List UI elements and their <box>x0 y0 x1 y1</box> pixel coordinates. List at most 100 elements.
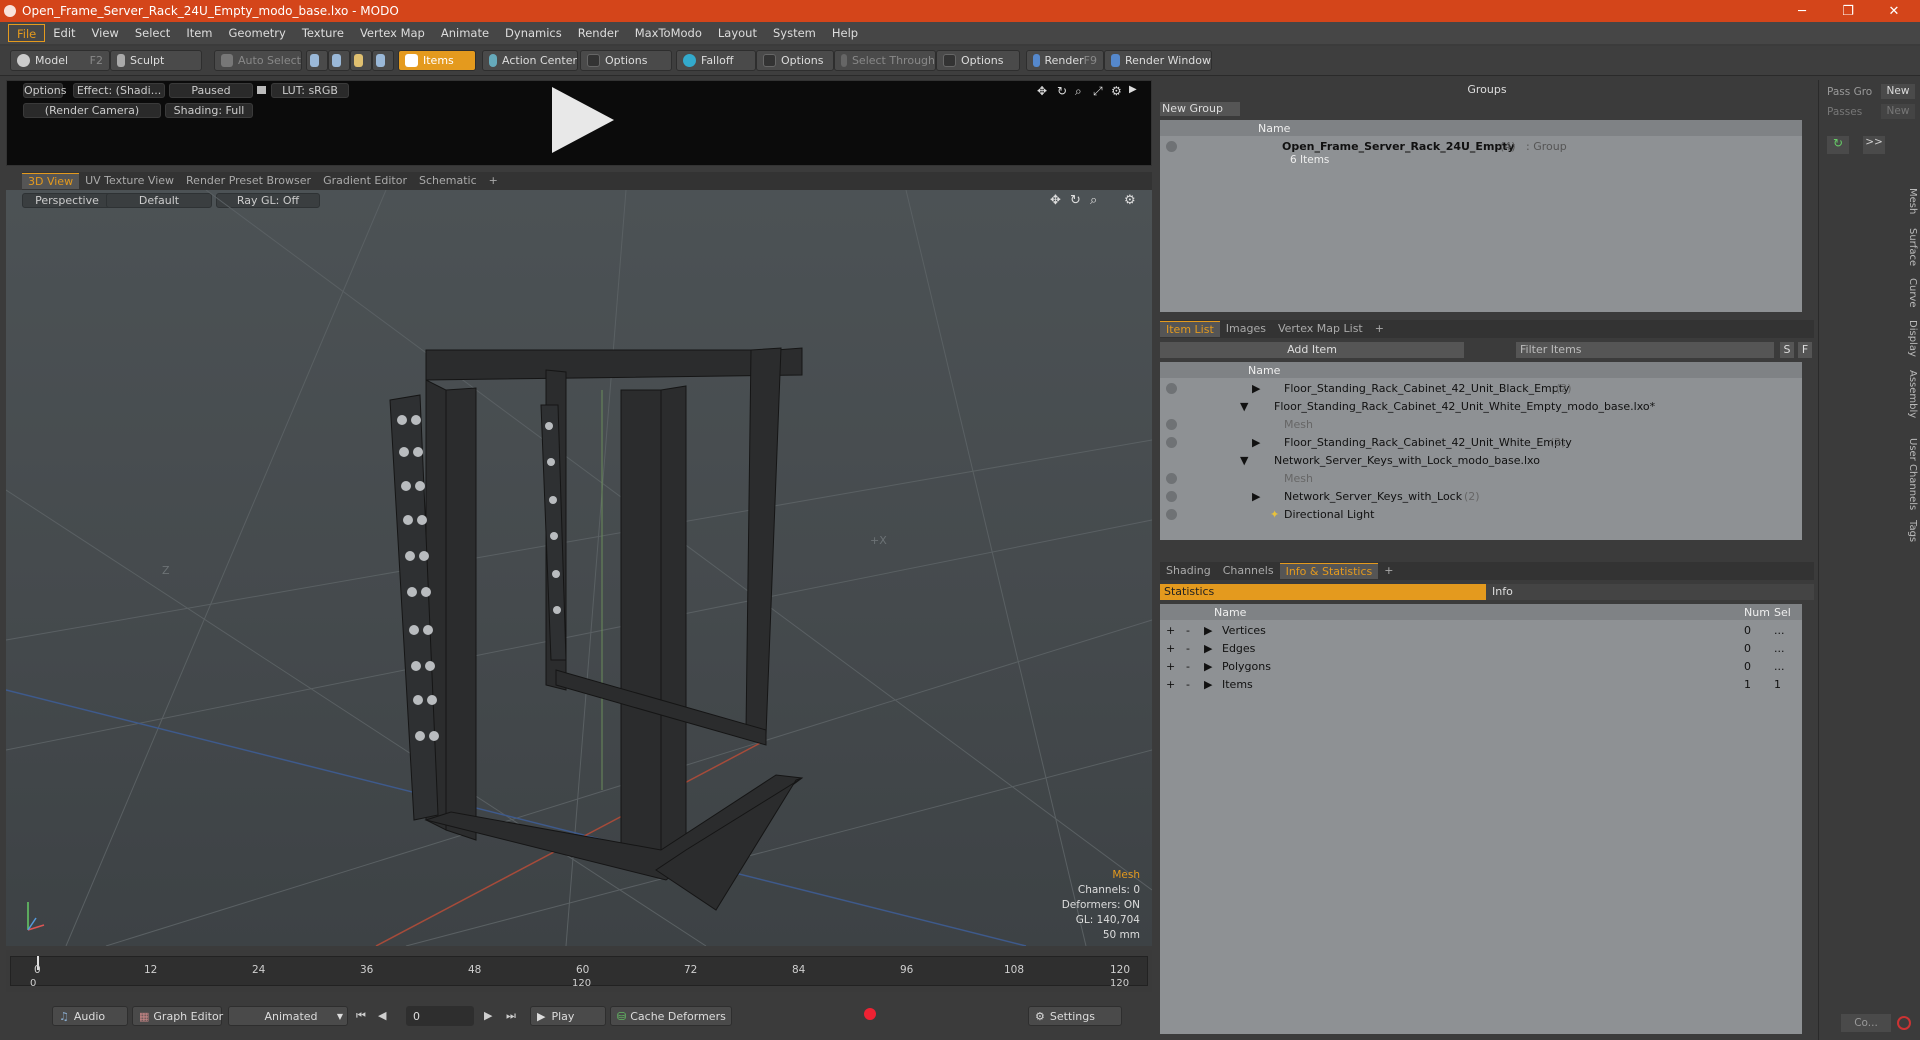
menu-view[interactable]: View <box>84 24 127 42</box>
tab-surface[interactable]: Surface <box>1904 228 1918 266</box>
zoom-icon[interactable]: ⌕ <box>1075 84 1082 99</box>
menu-file[interactable]: File <box>8 24 46 42</box>
tab-display[interactable]: Display <box>1904 320 1918 357</box>
polygon-mode-button[interactable] <box>350 50 372 71</box>
select-through-button[interactable]: Select Through <box>834 50 936 71</box>
falloff-button[interactable]: Falloff <box>676 50 756 71</box>
tab-schematic[interactable]: Schematic <box>413 173 483 189</box>
list-item[interactable]: ▶ Network_Server_Keys_with_Lock (2) <box>1160 488 1802 506</box>
plus-icon[interactable]: + <box>1166 678 1175 691</box>
tab-uv-texture-view[interactable]: UV Texture View <box>79 173 180 189</box>
table-row[interactable]: + - ▶ Vertices 0... <box>1160 622 1802 640</box>
list-item[interactable]: ▶ Floor_Standing_Rack_Cabinet_42_Unit_Whi… <box>1160 434 1802 452</box>
list-item[interactable]: ▼ Network_Server_Keys_with_Lock_modo_base… <box>1160 452 1802 470</box>
preview-effect-dropdown[interactable]: Effect: (Shadi... <box>73 83 165 98</box>
tab-tags[interactable]: Tags <box>1904 520 1918 542</box>
3d-viewport[interactable]: Perspective Default Ray GL: Off ✥ ↻ ⌕ ⚙ <box>6 190 1152 946</box>
eye-icon[interactable] <box>1166 383 1177 394</box>
tab-gradient-editor[interactable]: Gradient Editor <box>317 173 413 189</box>
add-tab-button[interactable]: + <box>1369 321 1390 337</box>
info-tab[interactable]: Info <box>1486 584 1814 600</box>
prev-key-icon[interactable]: ◀ <box>378 1009 386 1022</box>
expand-icon[interactable]: ▶ <box>1252 436 1260 449</box>
menu-animate[interactable]: Animate <box>433 24 497 42</box>
minus-icon[interactable]: - <box>1186 660 1190 673</box>
filter-items-input[interactable]: Filter Items <box>1516 342 1774 358</box>
restore-button[interactable]: ❐ <box>1828 0 1868 22</box>
menu-vertex-map[interactable]: Vertex Map <box>352 24 433 42</box>
record-icon[interactable] <box>864 1008 876 1020</box>
graph-editor-button[interactable]: ▦ Graph Editor <box>132 1006 223 1026</box>
chevron-right-icon[interactable]: ▶ <box>1129 84 1137 95</box>
move-icon[interactable]: ✥ <box>1037 84 1047 98</box>
tab-assembly[interactable]: Assembly <box>1904 370 1918 418</box>
rotate-icon[interactable]: ↻ <box>1057 84 1067 98</box>
model-button[interactable]: Model F2 <box>10 50 110 71</box>
audio-button[interactable]: ♫ Audio <box>52 1006 128 1026</box>
preview-options-button[interactable]: Options <box>23 83 66 98</box>
eye-icon[interactable] <box>1166 509 1177 520</box>
eye-icon[interactable] <box>1166 473 1177 484</box>
list-item[interactable]: Mesh <box>1160 416 1802 434</box>
statistics-tab[interactable]: Statistics <box>1160 584 1486 600</box>
tab-mesh[interactable]: Mesh <box>1904 188 1918 214</box>
preview-shading-dropdown[interactable]: Shading: Full <box>165 103 253 118</box>
menu-item[interactable]: Item <box>178 24 220 42</box>
new-group-button[interactable]: New Group <box>1160 102 1240 116</box>
s-button[interactable]: S <box>1780 342 1794 358</box>
settings-button[interactable]: ⚙ Settings <box>1028 1006 1122 1026</box>
expand-icon[interactable]: ▶ <box>1252 490 1260 503</box>
tab-channels[interactable]: Channels <box>1217 563 1280 579</box>
eye-icon[interactable] <box>1166 419 1177 430</box>
render-button[interactable]: Render F9 <box>1026 50 1104 71</box>
tab-curve[interactable]: Curve <box>1904 278 1918 308</box>
menu-select[interactable]: Select <box>127 24 178 42</box>
preview-camera-dropdown[interactable]: (Render Camera) <box>23 103 161 118</box>
menu-system[interactable]: System <box>765 24 824 42</box>
menu-geometry[interactable]: Geometry <box>221 24 294 42</box>
tab-info-statistics[interactable]: Info & Statistics <box>1279 563 1379 579</box>
table-row[interactable]: + - ▶ Items 1 1 <box>1160 676 1802 694</box>
eye-icon[interactable] <box>1166 437 1177 448</box>
menu-edit[interactable]: Edit <box>45 24 83 42</box>
list-item[interactable]: ✦ Directional Light <box>1160 506 1802 524</box>
f-button[interactable]: F <box>1798 342 1812 358</box>
next-key-icon[interactable]: ▶ <box>484 1009 492 1022</box>
eye-icon[interactable] <box>1166 141 1177 152</box>
cache-deformers-button[interactable]: ⛁ Cache Deformers <box>610 1006 732 1026</box>
plus-icon[interactable]: + <box>1166 642 1175 655</box>
tab-item-list[interactable]: Item List <box>1160 321 1220 337</box>
list-item[interactable]: ▶ Floor_Standing_Rack_Cabinet_42_Unit_Bla… <box>1160 380 1802 398</box>
preview-lut-dropdown[interactable]: LUT: sRGB <box>271 83 349 98</box>
tab-shading[interactable]: Shading <box>1160 563 1217 579</box>
add-tab-button[interactable]: + <box>1378 563 1399 579</box>
tab-user-channels[interactable]: User Channels <box>1904 438 1918 510</box>
frame-field[interactable]: 0 <box>406 1006 474 1026</box>
action-center-options-button[interactable]: Options <box>580 50 672 71</box>
eye-icon[interactable] <box>1166 491 1177 502</box>
expand-icon[interactable]: ▶ <box>1204 678 1212 691</box>
animated-dropdown[interactable]: Animated ▼ <box>228 1006 348 1026</box>
table-row[interactable]: + - ▶ Polygons 0... <box>1160 658 1802 676</box>
minimize-button[interactable]: ─ <box>1782 0 1822 22</box>
close-button[interactable]: ✕ <box>1874 0 1914 22</box>
collapse-icon[interactable]: ▼ <box>1240 400 1248 413</box>
select-through-options-button[interactable]: Options <box>936 50 1020 71</box>
sculpt-button[interactable]: Sculpt <box>110 50 202 71</box>
minus-icon[interactable]: - <box>1186 678 1190 691</box>
menu-help[interactable]: Help <box>824 24 866 42</box>
list-item[interactable]: Mesh <box>1160 470 1802 488</box>
minus-icon[interactable]: - <box>1186 642 1190 655</box>
play-icon[interactable] <box>552 87 614 153</box>
tab-vertex-map-list[interactable]: Vertex Map List <box>1272 321 1369 337</box>
go-start-icon[interactable]: ⏮ <box>356 1009 366 1023</box>
new-pass-group-button[interactable]: New <box>1881 84 1915 99</box>
expand-icon[interactable]: ▶ <box>1252 382 1260 395</box>
tab-render-preset-browser[interactable]: Render Preset Browser <box>180 173 317 189</box>
edge-mode-button[interactable] <box>328 50 350 71</box>
gear-icon[interactable]: ⚙ <box>1111 84 1122 98</box>
timeline[interactable]: 0 12 24 36 48 60 72 84 96 108 120 0 120 … <box>6 950 1152 992</box>
vertex-mode-button[interactable] <box>306 50 328 71</box>
expand-icon[interactable]: ▶ <box>1204 624 1212 637</box>
tab-3d-view[interactable]: 3D View <box>22 173 80 189</box>
